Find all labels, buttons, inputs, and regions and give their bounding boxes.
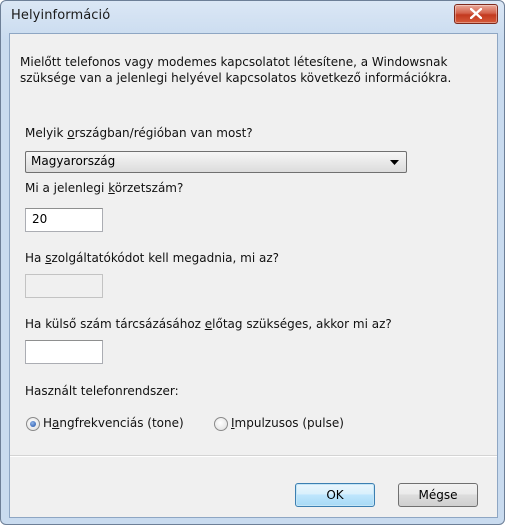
phone-system-label: Használt telefonrendszer: <box>25 384 179 398</box>
pulse-radio[interactable] <box>214 417 228 431</box>
close-button[interactable] <box>454 4 498 24</box>
outside-line-label: Ha külső szám tárcsázásához előtag szüks… <box>25 317 392 331</box>
area-code-value: 20 <box>32 212 48 226</box>
chevron-down-icon <box>390 160 399 165</box>
footer-divider <box>10 455 497 457</box>
carrier-code-input[interactable] <box>25 274 103 298</box>
country-select[interactable]: Magyarország <box>25 151 407 173</box>
pulse-radio-label[interactable]: Impulzusos (pulse) <box>231 416 344 431</box>
area-code-label: Mi a jelenlegi körzetszám? <box>25 181 184 195</box>
cancel-button[interactable]: Mégse <box>398 483 478 507</box>
country-select-value: Magyarország <box>31 154 116 168</box>
close-x-icon <box>470 8 482 19</box>
carrier-code-label: Ha szolgáltatókódot kell megadnia, mi az… <box>25 251 280 265</box>
ok-button[interactable]: OK <box>295 483 375 507</box>
dialog-window: Helyinformáció Mielőtt telefonos vagy mo… <box>0 0 505 525</box>
outside-line-input[interactable] <box>25 340 103 364</box>
country-label: Melyik országban/régióban van most? <box>25 126 253 140</box>
title-bar[interactable]: Helyinformáció <box>1 1 504 33</box>
dialog-title: Helyinformáció <box>11 8 111 23</box>
intro-text: Mielőtt telefonos vagy modemes kapcsolat… <box>20 55 452 85</box>
area-code-input[interactable]: 20 <box>25 208 103 232</box>
tone-radio[interactable] <box>26 417 40 431</box>
tone-radio-label[interactable]: Hangfrekvenciás (tone) <box>43 416 184 431</box>
dialog-content: Mielőtt telefonos vagy modemes kapcsolat… <box>9 33 498 518</box>
